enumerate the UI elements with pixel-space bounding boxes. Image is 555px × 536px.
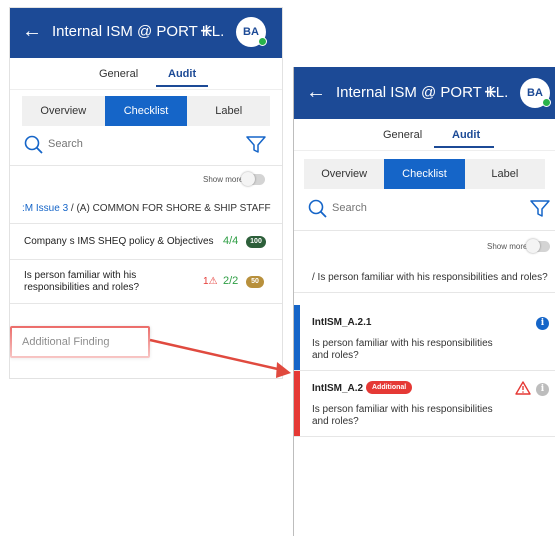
tab-underline xyxy=(434,146,494,148)
warning-icon: ⚠ xyxy=(208,276,218,287)
search-icon[interactable] xyxy=(24,135,44,155)
avatar[interactable]: BA xyxy=(236,17,267,47)
segment-checklist[interactable]: Checklist xyxy=(384,159,465,189)
search-bar xyxy=(294,189,555,231)
checklist-row[interactable]: Is person familiar with his responsibili… xyxy=(10,260,282,304)
segment-label[interactable]: Label xyxy=(187,96,270,126)
segment-checklist[interactable]: Checklist xyxy=(104,96,188,126)
additional-finding-button[interactable]: Additional Finding xyxy=(10,326,150,358)
app-bar: ← Internal ISM @ PORT KL. + BA xyxy=(294,67,555,119)
row-text: Company s IMS SHEQ policy & Objectives xyxy=(24,236,214,247)
segment-overview[interactable]: Overview xyxy=(22,96,105,126)
warning-icon[interactable] xyxy=(515,381,531,395)
search-icon[interactable] xyxy=(308,199,328,219)
tab-general[interactable]: General xyxy=(99,68,138,80)
checklist-row[interactable]: Company s IMS SHEQ policy & Objectives 4… xyxy=(10,224,282,260)
avatar-initials: BA xyxy=(527,87,543,99)
segment-label[interactable]: Label xyxy=(465,159,545,189)
tab-audit[interactable]: Audit xyxy=(168,68,196,80)
search-input[interactable] xyxy=(48,138,198,150)
breadcrumb-section: / (A) COMMON FOR SHORE & SHIP STAFF xyxy=(68,203,271,214)
search-input[interactable] xyxy=(332,202,482,214)
row-ratio: 2/2 xyxy=(223,275,239,287)
avatar-initials: BA xyxy=(243,26,259,38)
add-icon[interactable]: + xyxy=(200,20,213,42)
breadcrumb-issue: :M Issue 3 xyxy=(22,203,69,214)
item-code: IntISM_A.2 xyxy=(312,383,364,394)
back-arrow-icon[interactable]: ← xyxy=(306,80,326,104)
tab-audit[interactable]: Audit xyxy=(452,129,480,141)
toggle-knob xyxy=(241,172,255,186)
online-status-icon xyxy=(258,37,267,46)
show-more-row: Show more xyxy=(10,166,282,194)
tab-bar: General Audit xyxy=(10,58,282,90)
item-description: Is person familiar with his responsibili… xyxy=(312,338,493,361)
row-warning-count: 1⚠ xyxy=(203,276,218,287)
app-title: Internal ISM @ PORT KL. xyxy=(52,23,225,40)
add-icon[interactable]: + xyxy=(484,81,497,103)
additional-badge: Additional xyxy=(366,381,413,394)
show-more-row: Show more xyxy=(294,231,555,263)
search-bar xyxy=(10,126,282,166)
segmented-control: Overview Checklist Label xyxy=(304,159,545,189)
back-arrow-icon[interactable]: ← xyxy=(22,19,42,43)
online-status-icon xyxy=(542,98,551,107)
app-title: Internal ISM @ PORT KL. xyxy=(336,84,509,101)
info-icon[interactable]: i xyxy=(536,317,549,330)
breadcrumb[interactable]: / Is person familiar with his responsibi… xyxy=(294,263,555,293)
row-count-badge: 100 xyxy=(246,236,266,248)
toggle-knob xyxy=(526,239,540,253)
right-screen: ← Internal ISM @ PORT KL. + BA General A… xyxy=(293,67,555,536)
row-text: Is person familiar with his responsibili… xyxy=(24,270,140,293)
filter-icon[interactable] xyxy=(246,136,266,154)
item-status-bar xyxy=(294,305,300,370)
tab-general[interactable]: General xyxy=(383,129,422,141)
item-code: IntISM_A.2.1 xyxy=(312,317,372,328)
segment-overview[interactable]: Overview xyxy=(304,159,384,189)
left-screen: ← Internal ISM @ PORT KL. + BA General A… xyxy=(10,8,282,378)
breadcrumb[interactable]: :M Issue 3 / (A) COMMON FOR SHORE & SHIP… xyxy=(10,194,282,224)
segmented-control: Overview Checklist Label xyxy=(22,96,270,126)
avatar[interactable]: BA xyxy=(520,78,551,108)
row-count-badge: 50 xyxy=(246,276,264,288)
show-more-label: Show more xyxy=(487,242,528,251)
item-description: Is person familiar with his responsibili… xyxy=(312,404,493,427)
info-icon[interactable]: i xyxy=(536,383,549,396)
item-status-bar xyxy=(294,371,300,436)
app-bar: ← Internal ISM @ PORT KL. + BA xyxy=(10,8,282,58)
tab-bar: General Audit xyxy=(294,119,555,151)
checklist-item-card[interactable]: IntISM_A.2 Additional i Is person famili… xyxy=(294,371,555,437)
show-more-label: Show more xyxy=(203,175,244,184)
row-ratio: 4/4 xyxy=(223,235,239,247)
tab-underline xyxy=(156,85,208,87)
filter-icon[interactable] xyxy=(530,200,550,218)
checklist-item-card[interactable]: IntISM_A.2.1 i Is person familiar with h… xyxy=(294,305,555,371)
